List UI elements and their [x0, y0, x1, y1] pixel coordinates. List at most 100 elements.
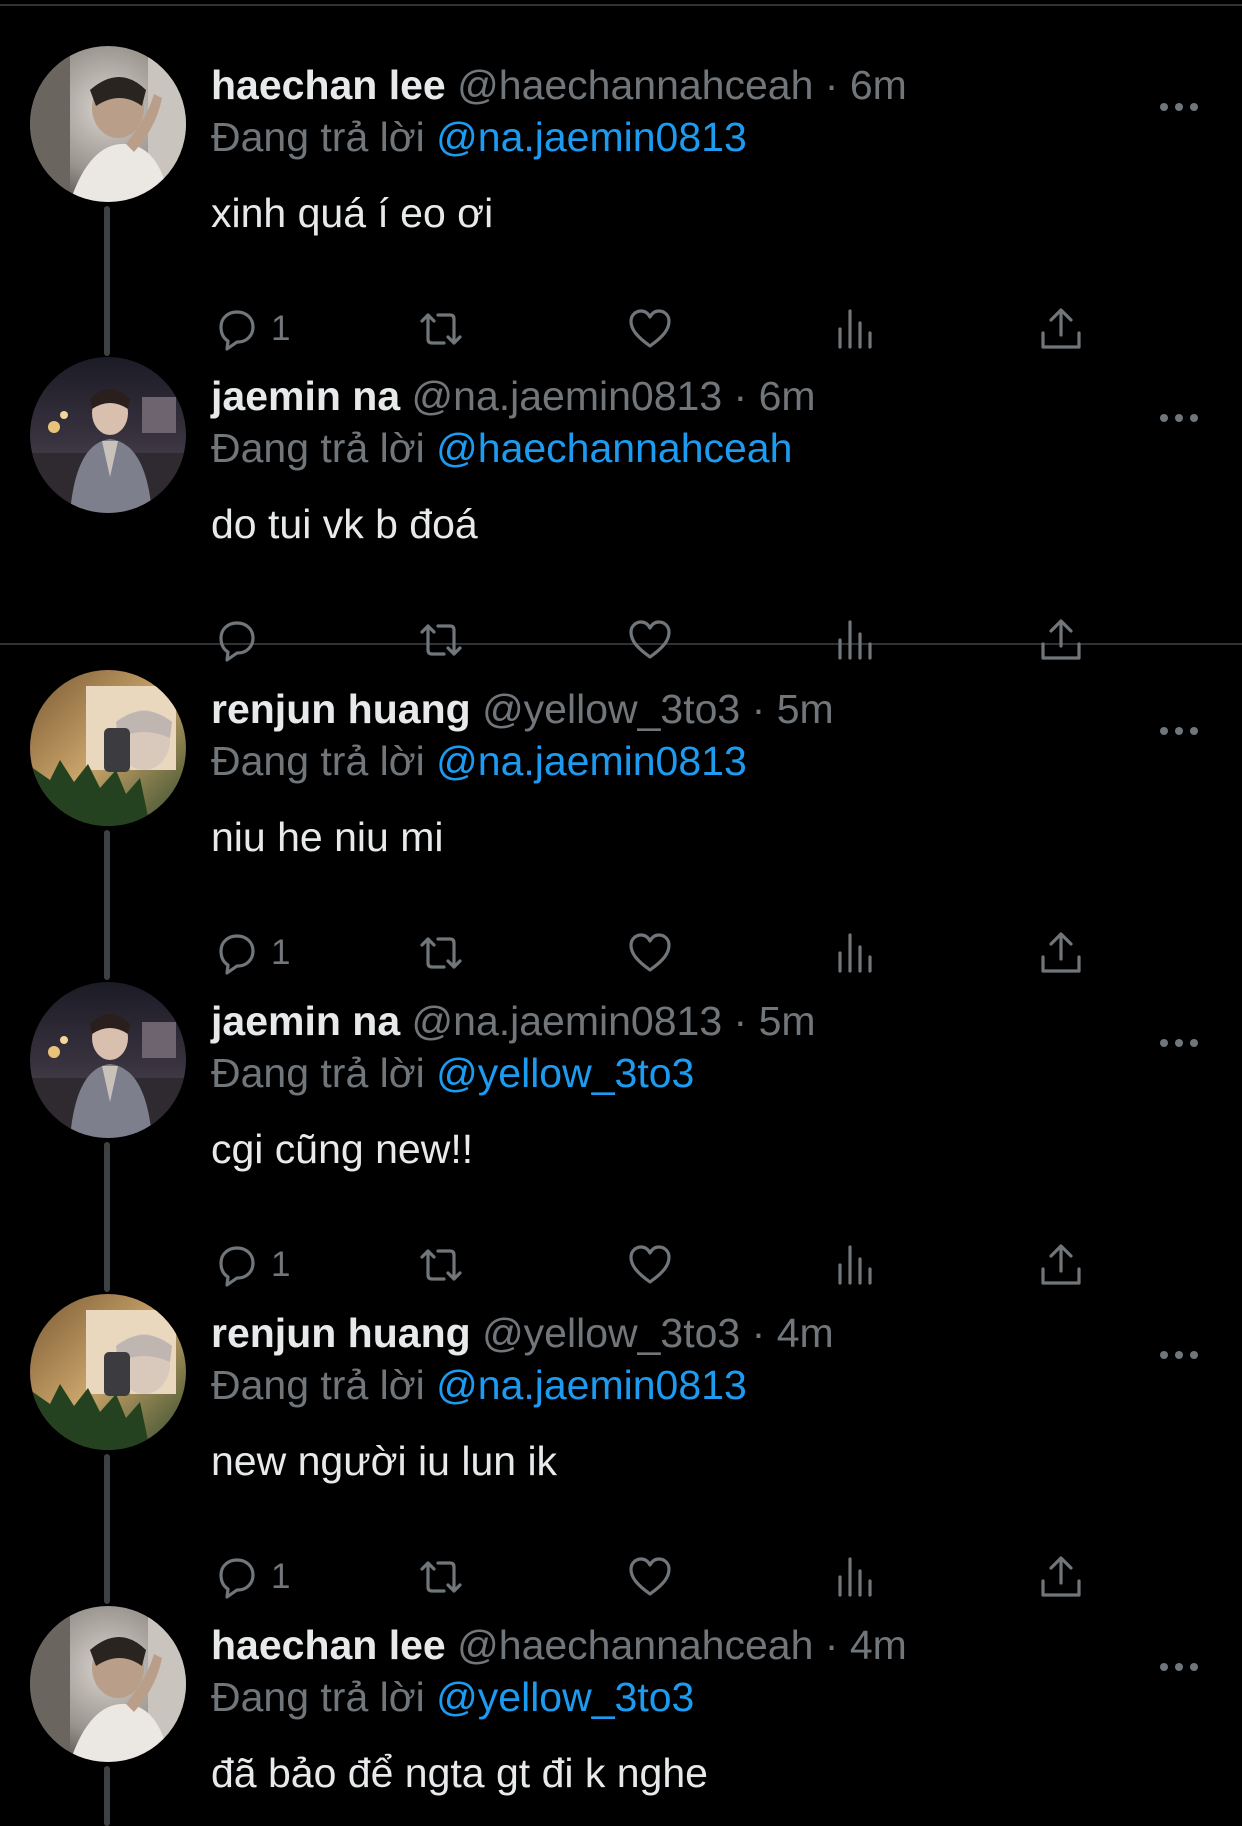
display-name[interactable]: renjun huang	[211, 1310, 471, 1356]
user-handle[interactable]: @haechannahceah	[457, 1622, 813, 1668]
timestamp[interactable]: 4m	[850, 1622, 907, 1668]
retweet-icon	[420, 1561, 462, 1593]
reply-context: Đang trả lời @na.jaemin0813	[211, 734, 747, 788]
views-button[interactable]	[832, 615, 880, 665]
reply-context: Đang trả lời @yellow_3to3	[211, 1046, 694, 1100]
user-handle[interactable]: @haechannahceah	[457, 62, 813, 108]
share-upload-icon	[1041, 1556, 1081, 1597]
tweet[interactable]: jaemin na @na.jaemin0813 · 5m Đang trả l…	[0, 982, 1242, 1294]
avatar[interactable]	[30, 1294, 186, 1450]
reply-count: 1	[271, 933, 291, 972]
share-button[interactable]	[1037, 615, 1085, 665]
like-button[interactable]	[626, 928, 674, 978]
reply-button[interactable]: 1	[213, 928, 290, 978]
timestamp[interactable]: 6m	[759, 373, 816, 419]
reply-count: 1	[271, 1245, 291, 1284]
more-options-icon	[1160, 103, 1198, 111]
like-button[interactable]	[626, 304, 674, 354]
more-options-icon	[1160, 1039, 1198, 1047]
retweet-button[interactable]	[417, 928, 465, 978]
share-upload-icon	[1041, 932, 1081, 973]
avatar[interactable]	[30, 357, 186, 513]
retweet-icon	[420, 937, 462, 969]
more-options-button[interactable]	[1155, 1652, 1203, 1682]
reply-button[interactable]: 1	[213, 1552, 290, 1602]
avatar[interactable]	[30, 982, 186, 1138]
user-handle[interactable]: @yellow_3to3	[482, 1310, 740, 1356]
reply-prefix: Đang trả lời	[211, 425, 425, 471]
more-options-button[interactable]	[1155, 716, 1203, 746]
display-name[interactable]: renjun huang	[211, 686, 471, 732]
like-button[interactable]	[626, 1552, 674, 1602]
avatar[interactable]	[30, 1606, 186, 1762]
more-options-button[interactable]	[1155, 92, 1203, 122]
user-handle[interactable]: @yellow_3to3	[482, 686, 740, 732]
tweet-header: haechan lee @haechannahceah · 6m	[211, 58, 907, 112]
tweet[interactable]: renjun huang @yellow_3to3 · 5m Đang trả …	[0, 670, 1242, 982]
tweet[interactable]: renjun huang @yellow_3to3 · 4m Đang trả …	[0, 1294, 1242, 1606]
views-bar-chart-icon	[838, 1245, 872, 1285]
reply-button[interactable]	[213, 615, 271, 665]
display-name[interactable]: jaemin na	[211, 998, 400, 1044]
reply-prefix: Đang trả lời	[211, 1050, 425, 1096]
user-handle[interactable]: @na.jaemin0813	[412, 373, 723, 419]
views-button[interactable]	[832, 928, 880, 978]
share-button[interactable]	[1037, 1240, 1085, 1290]
reply-bubble-icon	[219, 1558, 255, 1599]
display-name[interactable]: jaemin na	[211, 373, 400, 419]
more-options-icon	[1160, 1663, 1198, 1671]
timestamp[interactable]: 6m	[850, 62, 907, 108]
separator: ·	[751, 1310, 766, 1356]
views-button[interactable]	[832, 304, 880, 354]
reply-mention-link[interactable]: @na.jaemin0813	[436, 738, 747, 784]
user-handle[interactable]: @na.jaemin0813	[412, 998, 723, 1044]
timestamp[interactable]: 4m	[777, 1310, 834, 1356]
views-bar-chart-icon	[838, 933, 872, 973]
more-options-button[interactable]	[1155, 1028, 1203, 1058]
views-button[interactable]	[832, 1552, 880, 1602]
views-button[interactable]	[832, 1240, 880, 1290]
tweet-text: new người iu lun ik	[211, 1438, 558, 1484]
timestamp[interactable]: 5m	[777, 686, 834, 732]
more-options-button[interactable]	[1155, 403, 1203, 433]
avatar[interactable]	[30, 670, 186, 826]
share-upload-icon	[1041, 1244, 1081, 1285]
more-options-icon	[1160, 1351, 1198, 1359]
reply-mention-link[interactable]: @yellow_3to3	[436, 1050, 694, 1096]
reply-button[interactable]: 1	[213, 304, 290, 354]
avatar[interactable]	[30, 46, 186, 202]
heart-icon	[629, 620, 671, 659]
reply-mention-link[interactable]: @na.jaemin0813	[436, 1362, 747, 1408]
retweet-button[interactable]	[417, 615, 465, 665]
tweet[interactable]: jaemin na @na.jaemin0813 · 6m Đang trả l…	[0, 357, 1242, 669]
heart-icon	[629, 1557, 671, 1596]
reply-prefix: Đang trả lời	[211, 738, 425, 784]
reply-button[interactable]: 1	[213, 1240, 290, 1290]
share-button[interactable]	[1037, 1552, 1085, 1602]
retweet-button[interactable]	[417, 1552, 465, 1602]
reply-context: Đang trả lời @haechannahceah	[211, 421, 792, 475]
retweet-button[interactable]	[417, 304, 465, 354]
reply-count: 1	[271, 309, 291, 348]
like-button[interactable]	[626, 1240, 674, 1290]
views-bar-chart-icon	[838, 620, 872, 660]
reply-mention-link[interactable]: @na.jaemin0813	[436, 114, 747, 160]
reply-mention-link[interactable]: @yellow_3to3	[436, 1674, 694, 1720]
reply-mention-link[interactable]: @haechannahceah	[436, 425, 792, 471]
separator: ·	[733, 998, 748, 1044]
like-button[interactable]	[626, 615, 674, 665]
reply-bubble-icon	[219, 1246, 255, 1287]
heart-icon	[629, 1245, 671, 1284]
share-button[interactable]	[1037, 928, 1085, 978]
tweet-header: haechan lee @haechannahceah · 4m	[211, 1618, 907, 1672]
display-name[interactable]: haechan lee	[211, 1622, 446, 1668]
display-name[interactable]: haechan lee	[211, 62, 446, 108]
timestamp[interactable]: 5m	[759, 998, 816, 1044]
share-button[interactable]	[1037, 304, 1085, 354]
retweet-button[interactable]	[417, 1240, 465, 1290]
tweet[interactable]: haechan lee @haechannahceah · 4m Đang tr…	[0, 1606, 1242, 1818]
more-options-button[interactable]	[1155, 1340, 1203, 1370]
tweet[interactable]: haechan lee @haechannahceah · 6m Đang tr…	[0, 46, 1242, 358]
reply-bubble-icon	[219, 934, 255, 975]
heart-icon	[629, 309, 671, 348]
